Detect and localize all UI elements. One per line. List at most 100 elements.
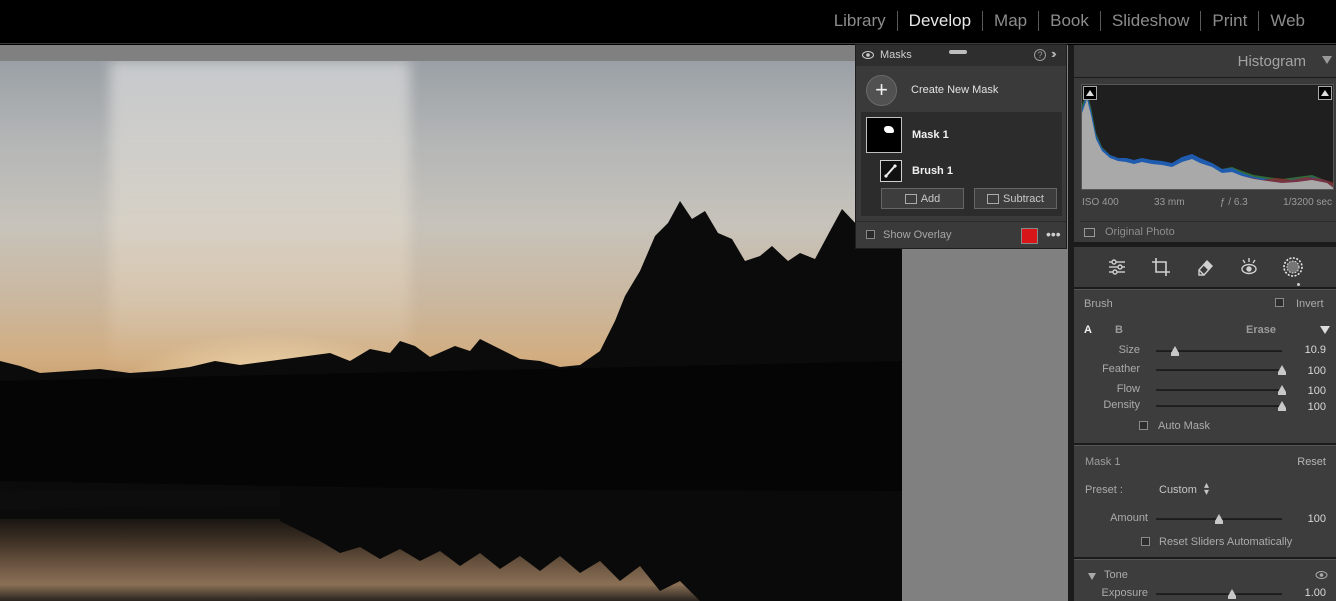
mask-icon[interactable]	[1281, 255, 1305, 279]
brush-settings: Brush Invert A B Erase Size 10.9 Feather…	[1074, 289, 1336, 443]
flow-value[interactable]: 100	[1308, 385, 1326, 397]
exposure-label: Exposure	[1101, 587, 1148, 599]
reset-button[interactable]: Reset	[1297, 456, 1326, 468]
subtract-label: Subtract	[1003, 192, 1044, 205]
eye-icon[interactable]	[1315, 570, 1328, 580]
crop-icon[interactable]	[1149, 255, 1173, 279]
exposure-slider-handle[interactable]	[1227, 589, 1236, 599]
preset-dropdown[interactable]: Custom	[1159, 484, 1197, 496]
more-options-icon[interactable]: •••	[1046, 226, 1061, 242]
collapse-arrow-icon[interactable]	[1322, 56, 1332, 64]
module-slideshow[interactable]: Slideshow	[1101, 11, 1201, 31]
amount-label: Amount	[1110, 512, 1148, 524]
original-photo-row[interactable]: Original Photo	[1080, 221, 1336, 241]
reset-sliders-label: Reset Sliders Automatically	[1159, 536, 1293, 548]
updown-arrows-icon[interactable]: ▴ ▾	[1204, 481, 1209, 498]
histogram-panel: ISO 400 33 mm ƒ / 6.3 1/3200 sec Origina…	[1074, 78, 1336, 242]
iso-value: ISO 400	[1082, 197, 1119, 208]
mask-thumbnail[interactable]	[866, 117, 902, 153]
shadow-clipping-icon[interactable]	[1083, 86, 1097, 100]
auto-mask-label: Auto Mask	[1158, 420, 1210, 432]
histogram-title: Histogram	[1237, 53, 1306, 70]
shutter-speed: 1/3200 sec	[1283, 197, 1332, 208]
brush-tab-erase[interactable]: Erase	[1246, 324, 1276, 336]
highlight-clipping-icon[interactable]	[1318, 86, 1332, 100]
masks-panel: Masks ? ›› + Create New Mask Mask 1 Brus…	[855, 44, 1067, 249]
module-bar: Library Develop Map Book Slideshow Print…	[0, 0, 1336, 44]
module-library[interactable]: Library	[823, 11, 897, 31]
invert-checkbox[interactable]	[1275, 298, 1284, 307]
add-button[interactable]: Add	[881, 188, 964, 209]
show-overlay-label: Show Overlay	[883, 229, 952, 241]
module-map[interactable]: Map	[983, 11, 1038, 31]
module-book[interactable]: Book	[1039, 11, 1100, 31]
feather-slider[interactable]	[1156, 365, 1286, 375]
mask-name: Mask 1	[912, 129, 949, 141]
edit-sliders-icon[interactable]	[1105, 255, 1129, 279]
density-slider[interactable]	[1156, 401, 1286, 411]
feather-slider-handle[interactable]	[1278, 365, 1286, 375]
heal-eraser-icon[interactable]	[1193, 255, 1217, 279]
module-web[interactable]: Web	[1259, 11, 1316, 31]
flow-slider[interactable]	[1156, 385, 1286, 395]
redeye-icon[interactable]	[1237, 255, 1261, 279]
subtract-button[interactable]: Subtract	[974, 188, 1057, 209]
exposure-slider[interactable]	[1156, 589, 1282, 599]
flow-label: Flow	[1116, 383, 1140, 395]
create-new-mask-label: Create New Mask	[911, 84, 999, 96]
show-overlay-checkbox[interactable]	[866, 230, 875, 239]
histogram-header[interactable]: Histogram	[1074, 45, 1336, 77]
overlay-color-swatch[interactable]	[1021, 228, 1038, 244]
right-panel: Histogram ISO 400 33 mm ƒ / 6.3 1/3200 s…	[1068, 45, 1336, 601]
mask-item[interactable]: Mask 1	[866, 117, 949, 153]
create-new-mask-button[interactable]: + Create New Mask	[866, 74, 999, 106]
module-develop[interactable]: Develop	[898, 11, 982, 31]
aperture-value: ƒ / 6.3	[1219, 197, 1248, 208]
exposure-value[interactable]: 1.00	[1305, 587, 1326, 599]
feather-label: Feather	[1102, 363, 1140, 375]
density-value[interactable]: 100	[1308, 401, 1326, 413]
collapse-panel-icon[interactable]: ››	[1051, 46, 1056, 61]
mask-component-item[interactable]: Brush 1	[880, 160, 953, 182]
brush-tab-b[interactable]: B	[1115, 324, 1123, 336]
density-slider-handle[interactable]	[1278, 401, 1286, 411]
active-tool-indicator	[1297, 283, 1300, 286]
density-label: Density	[1103, 399, 1140, 411]
tone-section: Tone Exposure 1.00	[1074, 559, 1336, 601]
collapse-arrow-icon[interactable]	[1088, 573, 1096, 580]
brush-menu-arrow-icon[interactable]	[1320, 326, 1330, 334]
masks-panel-header[interactable]: Masks ? ››	[856, 45, 1066, 66]
flow-slider-handle[interactable]	[1278, 385, 1286, 395]
plus-icon[interactable]: +	[866, 74, 897, 106]
size-slider[interactable]	[1156, 346, 1282, 356]
mask-component-name: Brush 1	[912, 165, 953, 177]
size-label: Size	[1118, 344, 1140, 356]
size-slider-handle[interactable]	[1170, 346, 1179, 356]
original-photo-checkbox[interactable]	[1084, 228, 1095, 237]
show-overlay-row: Show Overlay •••	[856, 221, 1066, 249]
tool-strip	[1074, 247, 1336, 287]
invert-label: Invert	[1296, 298, 1324, 310]
reset-sliders-checkbox[interactable]	[1141, 537, 1150, 546]
size-value[interactable]: 10.9	[1305, 344, 1326, 356]
brush-icon[interactable]	[880, 160, 902, 182]
photo-preview[interactable]	[0, 61, 902, 601]
preset-label: Preset :	[1085, 484, 1123, 496]
original-photo-label: Original Photo	[1105, 226, 1175, 238]
module-print[interactable]: Print	[1201, 11, 1258, 31]
amount-slider[interactable]	[1156, 514, 1282, 524]
eye-icon[interactable]	[862, 50, 874, 60]
feather-value[interactable]: 100	[1308, 365, 1326, 377]
mask-list: Mask 1 Brush 1 Add Subtract	[861, 112, 1062, 216]
histogram-graph[interactable]	[1081, 84, 1334, 190]
exif-info: ISO 400 33 mm ƒ / 6.3 1/3200 sec	[1082, 197, 1332, 208]
amount-value[interactable]: 100	[1308, 513, 1326, 525]
help-icon[interactable]: ?	[1034, 49, 1046, 61]
brush-title: Brush	[1084, 298, 1113, 310]
amount-slider-handle[interactable]	[1215, 514, 1223, 524]
brush-tab-a[interactable]: A	[1084, 324, 1092, 336]
module-picker: Library Develop Map Book Slideshow Print…	[823, 11, 1316, 31]
tone-title[interactable]: Tone	[1104, 569, 1128, 581]
auto-mask-checkbox[interactable]	[1139, 421, 1148, 430]
drag-handle[interactable]	[949, 50, 967, 54]
